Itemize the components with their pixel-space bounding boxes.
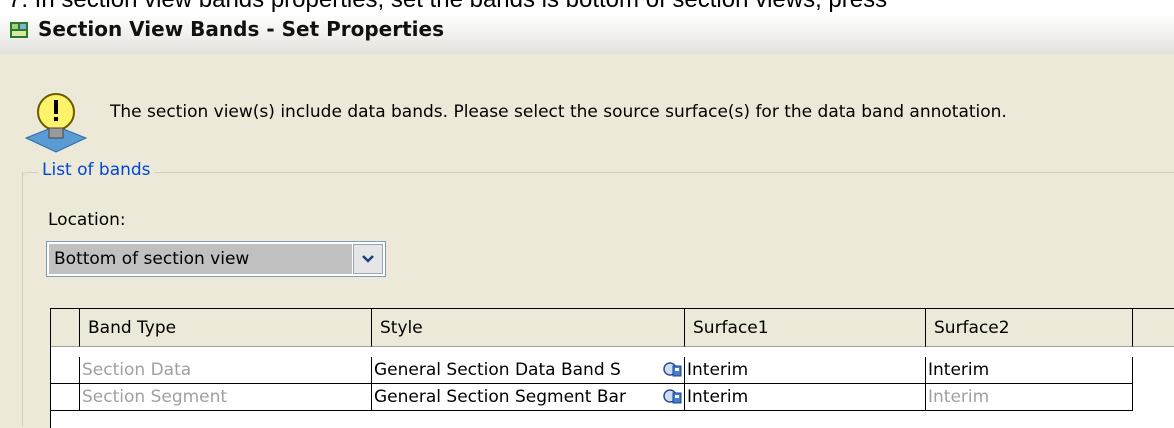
edit-style-icon[interactable]	[662, 360, 682, 380]
location-selected-value: Bottom of section view	[49, 244, 352, 274]
column-header-surface1[interactable]: Surface1	[685, 309, 926, 347]
band-type-cell: Section Data	[80, 357, 372, 384]
surface2-cell[interactable]: Interim	[926, 357, 1133, 384]
column-header-band-type[interactable]: Band Type	[80, 309, 372, 347]
row-selector[interactable]	[51, 357, 80, 384]
dialog-titlebar: Section View Bands - Set Properties	[0, 14, 1174, 54]
style-cell[interactable]: General Section Data Band S	[372, 357, 685, 384]
surface1-cell[interactable]: Interim	[685, 357, 926, 384]
tutorial-caption: 7. In section view bands properties, set…	[0, 0, 1174, 14]
row-selector[interactable]	[51, 384, 80, 411]
location-label: Location:	[48, 210, 126, 230]
info-message: The section view(s) include data bands. …	[110, 102, 1007, 122]
column-header-style[interactable]: Style	[372, 309, 685, 347]
band-type-cell: Section Segment	[80, 384, 372, 411]
location-dropdown[interactable]: Bottom of section view	[46, 241, 386, 277]
lightbulb-info-icon	[24, 93, 88, 153]
style-value: General Section Segment Bar	[374, 387, 626, 407]
window-app-icon	[10, 22, 28, 38]
window-title: Section View Bands - Set Properties	[38, 17, 444, 41]
surface1-cell[interactable]: Interim	[685, 384, 926, 411]
group-border-left	[22, 172, 23, 427]
column-header-extra	[1133, 309, 1174, 347]
surface2-cell-disabled: Interim	[926, 384, 1133, 411]
group-legend: List of bands	[38, 160, 155, 180]
group-border-top	[32, 172, 1174, 173]
column-header-surface2[interactable]: Surface2	[926, 309, 1133, 347]
chevron-down-icon[interactable]	[353, 244, 383, 274]
bands-table: Band Type Style Surface1 Surface2 Sectio…	[50, 308, 1174, 428]
edit-style-icon[interactable]	[662, 387, 682, 407]
group-border-corner	[22, 172, 35, 185]
row-header-corner	[51, 309, 80, 347]
style-value: General Section Data Band S	[374, 360, 621, 380]
style-cell[interactable]: General Section Segment Bar	[372, 384, 685, 411]
